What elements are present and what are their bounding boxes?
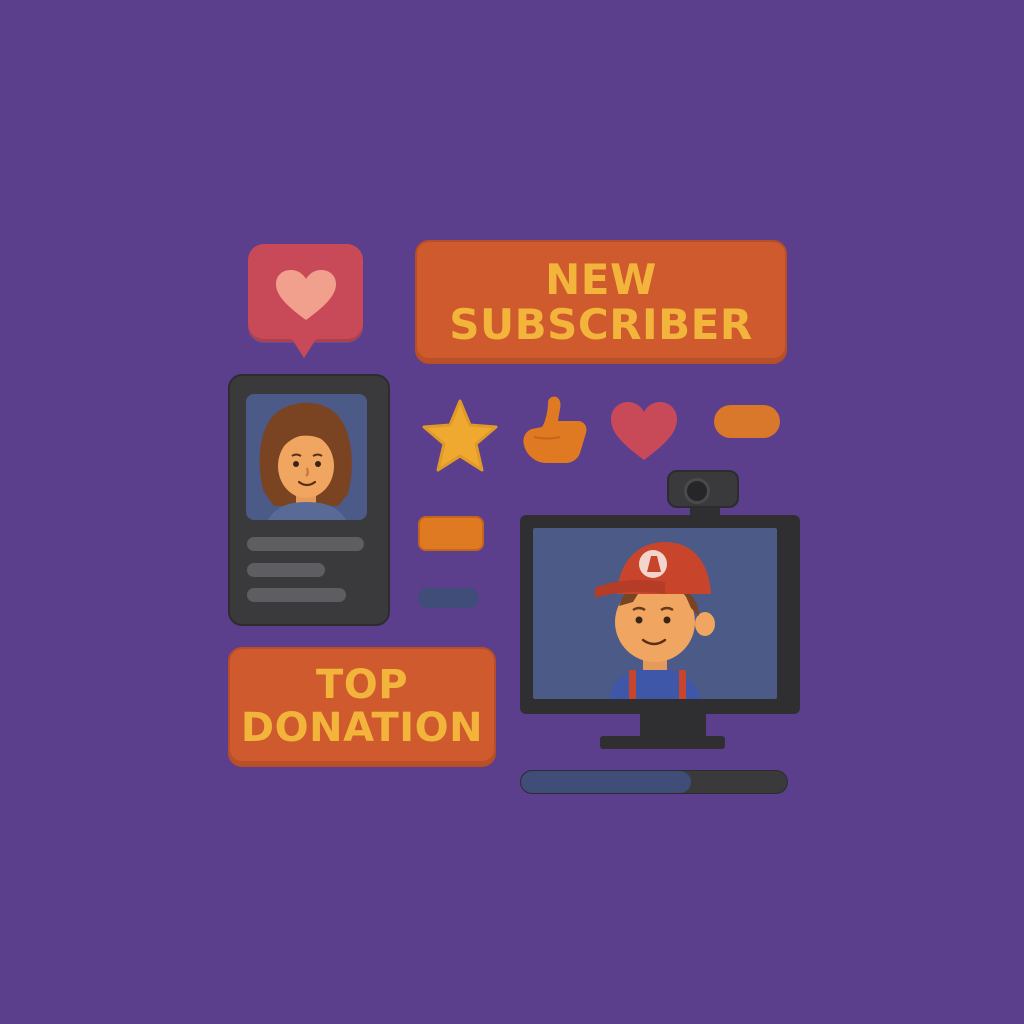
- navy-pill-widget: [419, 588, 478, 608]
- progress-bar: [520, 770, 788, 794]
- thumbs-up-icon: [523, 396, 587, 463]
- profile-photo: [246, 394, 367, 520]
- profile-text-placeholder: [247, 563, 325, 577]
- top-donation-banner: TOP DONATION: [228, 647, 496, 767]
- banner-line: SUBSCRIBER: [449, 300, 753, 349]
- star-icon: [422, 399, 498, 472]
- profile-text-placeholder: [247, 588, 346, 602]
- new-subscriber-banner: NEW SUBSCRIBER: [415, 240, 787, 364]
- monitor-base: [600, 736, 725, 749]
- banner-line: NEW: [545, 254, 657, 304]
- streamer-avatar: [595, 542, 715, 699]
- profile-text-placeholder: [247, 537, 364, 551]
- orange-button-widget: [418, 516, 484, 551]
- webcam-lens: [684, 478, 710, 504]
- banner-line: DONATION: [240, 705, 484, 751]
- monitor-stand: [640, 714, 706, 738]
- monitor-screen: [533, 528, 777, 699]
- bubble-tail: [290, 336, 318, 358]
- woman-avatar: [259, 402, 352, 520]
- orange-pill-widget: [714, 405, 780, 438]
- heart-icon: [611, 402, 677, 460]
- progress-fill: [521, 771, 692, 793]
- banner-line: TOP: [315, 661, 409, 708]
- heart-icon: [276, 270, 336, 320]
